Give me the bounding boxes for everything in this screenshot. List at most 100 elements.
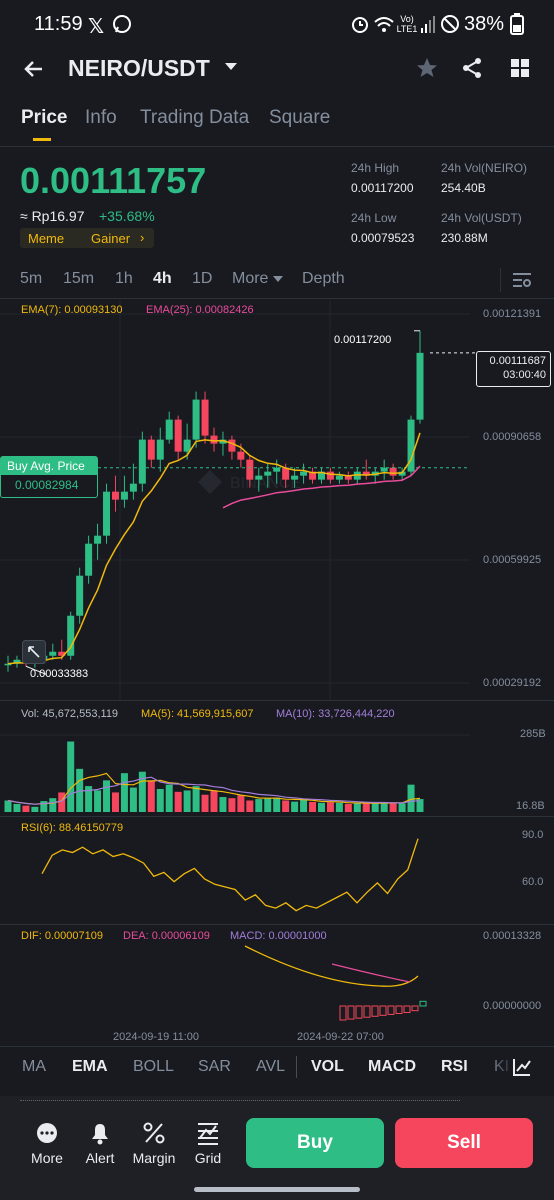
ema25-label: EMA(25): 0.00082426 [146,304,254,316]
home-indicator [194,1187,360,1192]
volume-bar [291,801,299,812]
percent-icon [143,1122,165,1144]
divider [0,816,554,817]
volume-bar [246,800,254,812]
volume-bar [353,803,361,812]
volume-bar [156,788,164,812]
sell-button[interactable]: Sell [395,1118,533,1168]
indicator-boll[interactable]: BOLL [133,1058,174,1076]
volume-chart [0,734,470,812]
volume-bar [344,803,352,812]
vol-base-value: 254.40B [441,181,486,195]
volume-bar [31,806,39,812]
indicator-vol[interactable]: VOL [311,1058,344,1076]
time-axis-tick: 2024-09-22 07:00 [297,1031,384,1043]
whatsapp-icon [113,15,131,33]
macd-bar [387,1005,395,1015]
candle [335,475,343,480]
volume-bar [40,801,48,812]
candle [228,439,236,452]
rsi-chart [41,838,419,912]
nav-margin[interactable]: Margin [124,1120,184,1166]
volume-bar [210,790,218,812]
macd-bar [419,1000,427,1007]
buy-avg-price-tag[interactable]: Buy Avg. Price 0.00082984 [0,456,98,498]
interval-4h[interactable]: 4h [153,270,172,288]
candle [147,439,155,460]
volume-bar [94,790,102,812]
volume-bar [255,799,263,812]
vol-label: Vol: 45,672,553,119 [21,708,119,720]
volume-bar [201,794,209,812]
tab-info[interactable]: Info [85,107,117,129]
candle [165,419,173,440]
price-axis-tick: 0.00090658 [483,431,542,443]
interval-1h[interactable]: 1h [115,270,133,288]
indicator-macd[interactable]: MACD [368,1058,416,1076]
indicator-rsi[interactable]: RSI [441,1058,468,1076]
interval-1d[interactable]: 1D [192,270,212,288]
volume-bar [317,802,325,812]
time-axis-tick: 2024-09-19 11:00 [113,1031,200,1043]
interval-5m[interactable]: 5m [20,270,42,288]
volume-bar [183,790,191,812]
buy-avg-value: 0.00082984 [15,478,79,492]
candle [138,439,146,484]
nav-margin-label: Margin [132,1150,176,1166]
volume-bar [13,803,21,812]
battery-percent: 38% [464,13,505,35]
status-time: 11:59 [34,13,83,35]
macd-axis-top: 0.00013328 [483,930,542,942]
vol-axis-top: 285B [520,728,546,740]
candle [264,471,272,476]
candlestick-chart[interactable]: BINANCE [0,300,554,700]
rsi-line [41,838,419,912]
indicator-settings-icon[interactable] [512,1057,532,1077]
indicator-sar[interactable]: SAR [198,1058,231,1076]
divider [0,700,554,701]
caret-down-icon[interactable] [224,62,238,72]
nav-grid[interactable]: Grid [178,1120,238,1166]
grid-view-icon[interactable] [510,58,530,78]
pair-title[interactable]: NEIRO/USDT [68,55,210,82]
star-icon[interactable] [415,56,439,80]
volume-bar [174,791,182,812]
indicator-ma[interactable]: MA [22,1058,46,1076]
indicator-avl[interactable]: AVL [256,1058,285,1076]
back-arrow-icon[interactable] [22,57,46,81]
divider [0,924,554,925]
macd-bar [379,1005,387,1016]
volume-bar [300,799,308,812]
volume-bar [326,802,334,812]
candle-countdown: 03:00:40 [503,369,546,381]
buy-button[interactable]: Buy [246,1118,384,1168]
high-marker: 0.00117200 [334,334,392,346]
volume-bar [4,800,12,812]
volume-bar [264,798,272,812]
vol-base-label: 24h Vol(NEIRO) [441,161,528,175]
candle [380,467,388,472]
divider [500,268,501,292]
chart-settings-icon[interactable] [512,271,532,289]
status-bar: 11:59 𝕏 Vo) LTE1 38% [0,0,554,48]
tab-square[interactable]: Square [269,107,330,129]
tab-price[interactable]: Price [21,107,67,129]
volume-bar [237,795,245,812]
tag-meme[interactable]: Meme [28,231,64,246]
volume-bar [67,741,75,812]
candle [201,399,209,436]
nav-more[interactable]: More [17,1120,77,1166]
signal-icon [421,16,435,33]
interval-more[interactable]: More [232,270,268,288]
nav-alert[interactable]: Alert [70,1120,130,1166]
interval-15m[interactable]: 15m [63,270,94,288]
indicator-ema[interactable]: EMA [72,1058,108,1076]
divider [0,146,554,147]
tab-trading-data[interactable]: Trading Data [140,107,249,129]
share-icon[interactable] [461,57,483,79]
macd-bar [411,1005,419,1012]
fullscreen-icon[interactable] [22,640,46,664]
tag-gainer[interactable]: Gainer [91,231,130,246]
volume-bar [129,787,137,812]
interval-depth[interactable]: Depth [302,270,345,288]
